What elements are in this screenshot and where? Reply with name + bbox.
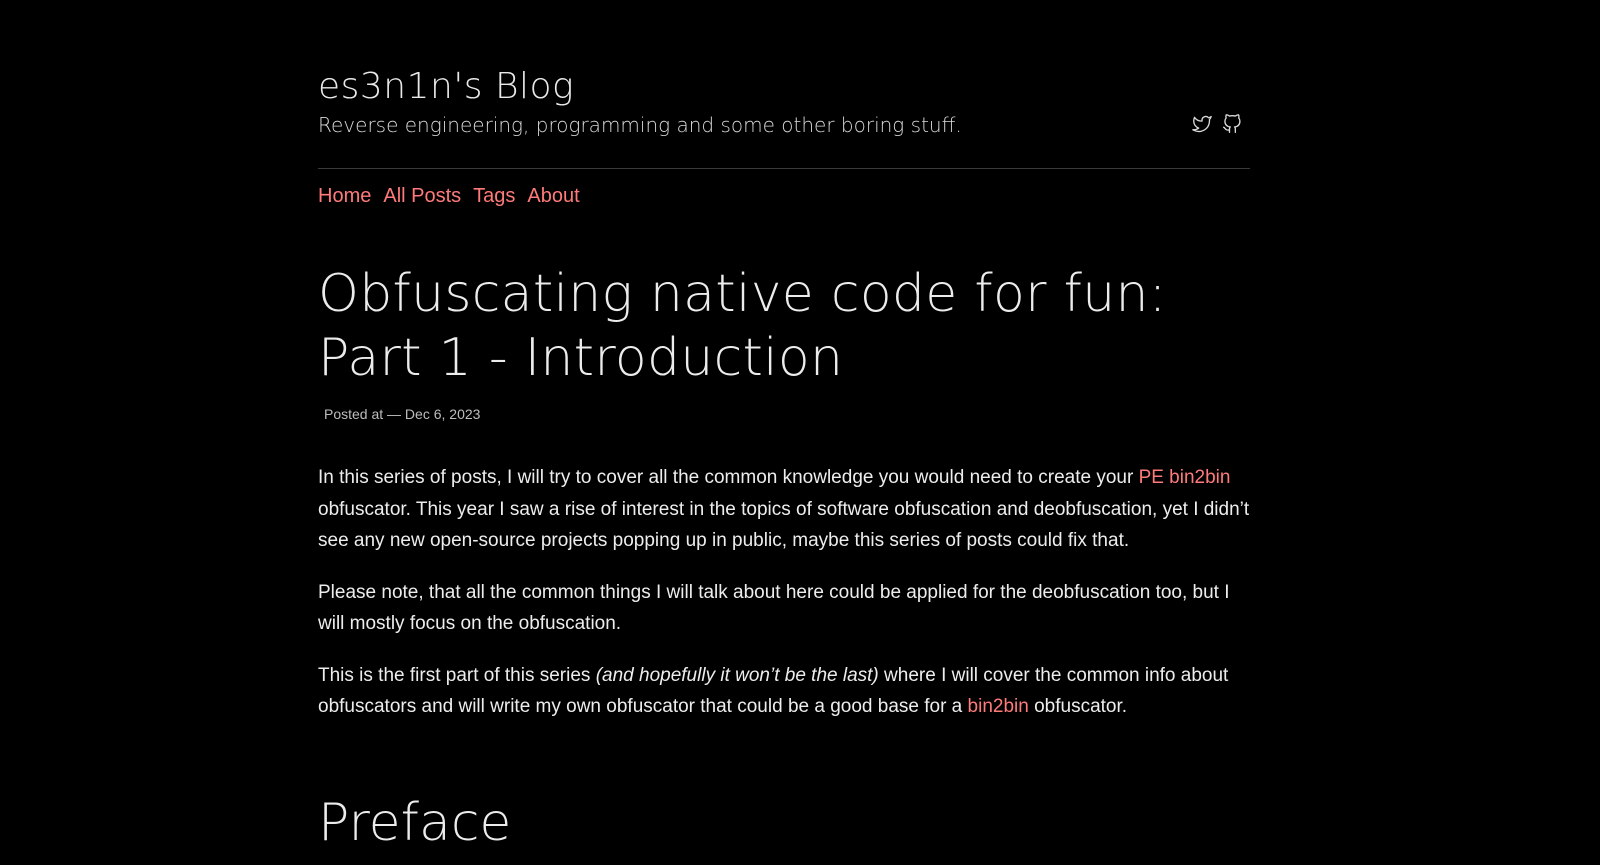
- nav-about[interactable]: About: [527, 185, 579, 208]
- paragraph-series-text-end: obfuscator.: [1028, 696, 1128, 717]
- header-divider: [318, 168, 1250, 169]
- bin2bin-link[interactable]: bin2bin: [968, 696, 1029, 717]
- twitter-icon[interactable]: [1192, 114, 1212, 134]
- paragraph-intro-text: In this series of posts, I will try to c…: [318, 467, 1139, 488]
- pe-bin2bin-link[interactable]: PE bin2bin: [1139, 467, 1231, 488]
- nav-all-posts[interactable]: All Posts: [383, 185, 461, 208]
- section-heading-preface: Preface: [318, 793, 512, 853]
- nav-home[interactable]: Home: [318, 185, 371, 208]
- paragraph-series-emphasis: (and hopefully it won’t be the last): [595, 664, 879, 686]
- paragraph-intro-text-cont: obfuscator. This year I saw a rise of in…: [318, 498, 1250, 552]
- social-links: [1192, 114, 1242, 134]
- paragraph-note: Please note, that all the common things …: [318, 581, 1230, 635]
- main-nav: Home All Posts Tags About: [318, 185, 580, 208]
- post-title: Obfuscating native code for fun: Part 1 …: [318, 264, 1167, 388]
- nav-tags[interactable]: Tags: [473, 185, 515, 208]
- paragraph-intro: In this series of posts, I will try to c…: [318, 462, 1250, 557]
- post-meta: Posted at — Dec 6, 2023: [324, 406, 481, 422]
- paragraph-series-text: This is the first part of this series: [318, 664, 596, 686]
- paragraph-series: This is the first part of this series (a…: [318, 660, 1250, 723]
- site-title[interactable]: es3n1n's Blog: [318, 66, 574, 107]
- site-subtitle: Reverse engineering, programming and som…: [318, 113, 962, 137]
- post-content: In this series of posts, I will try to c…: [318, 462, 1250, 743]
- github-icon[interactable]: [1222, 114, 1242, 134]
